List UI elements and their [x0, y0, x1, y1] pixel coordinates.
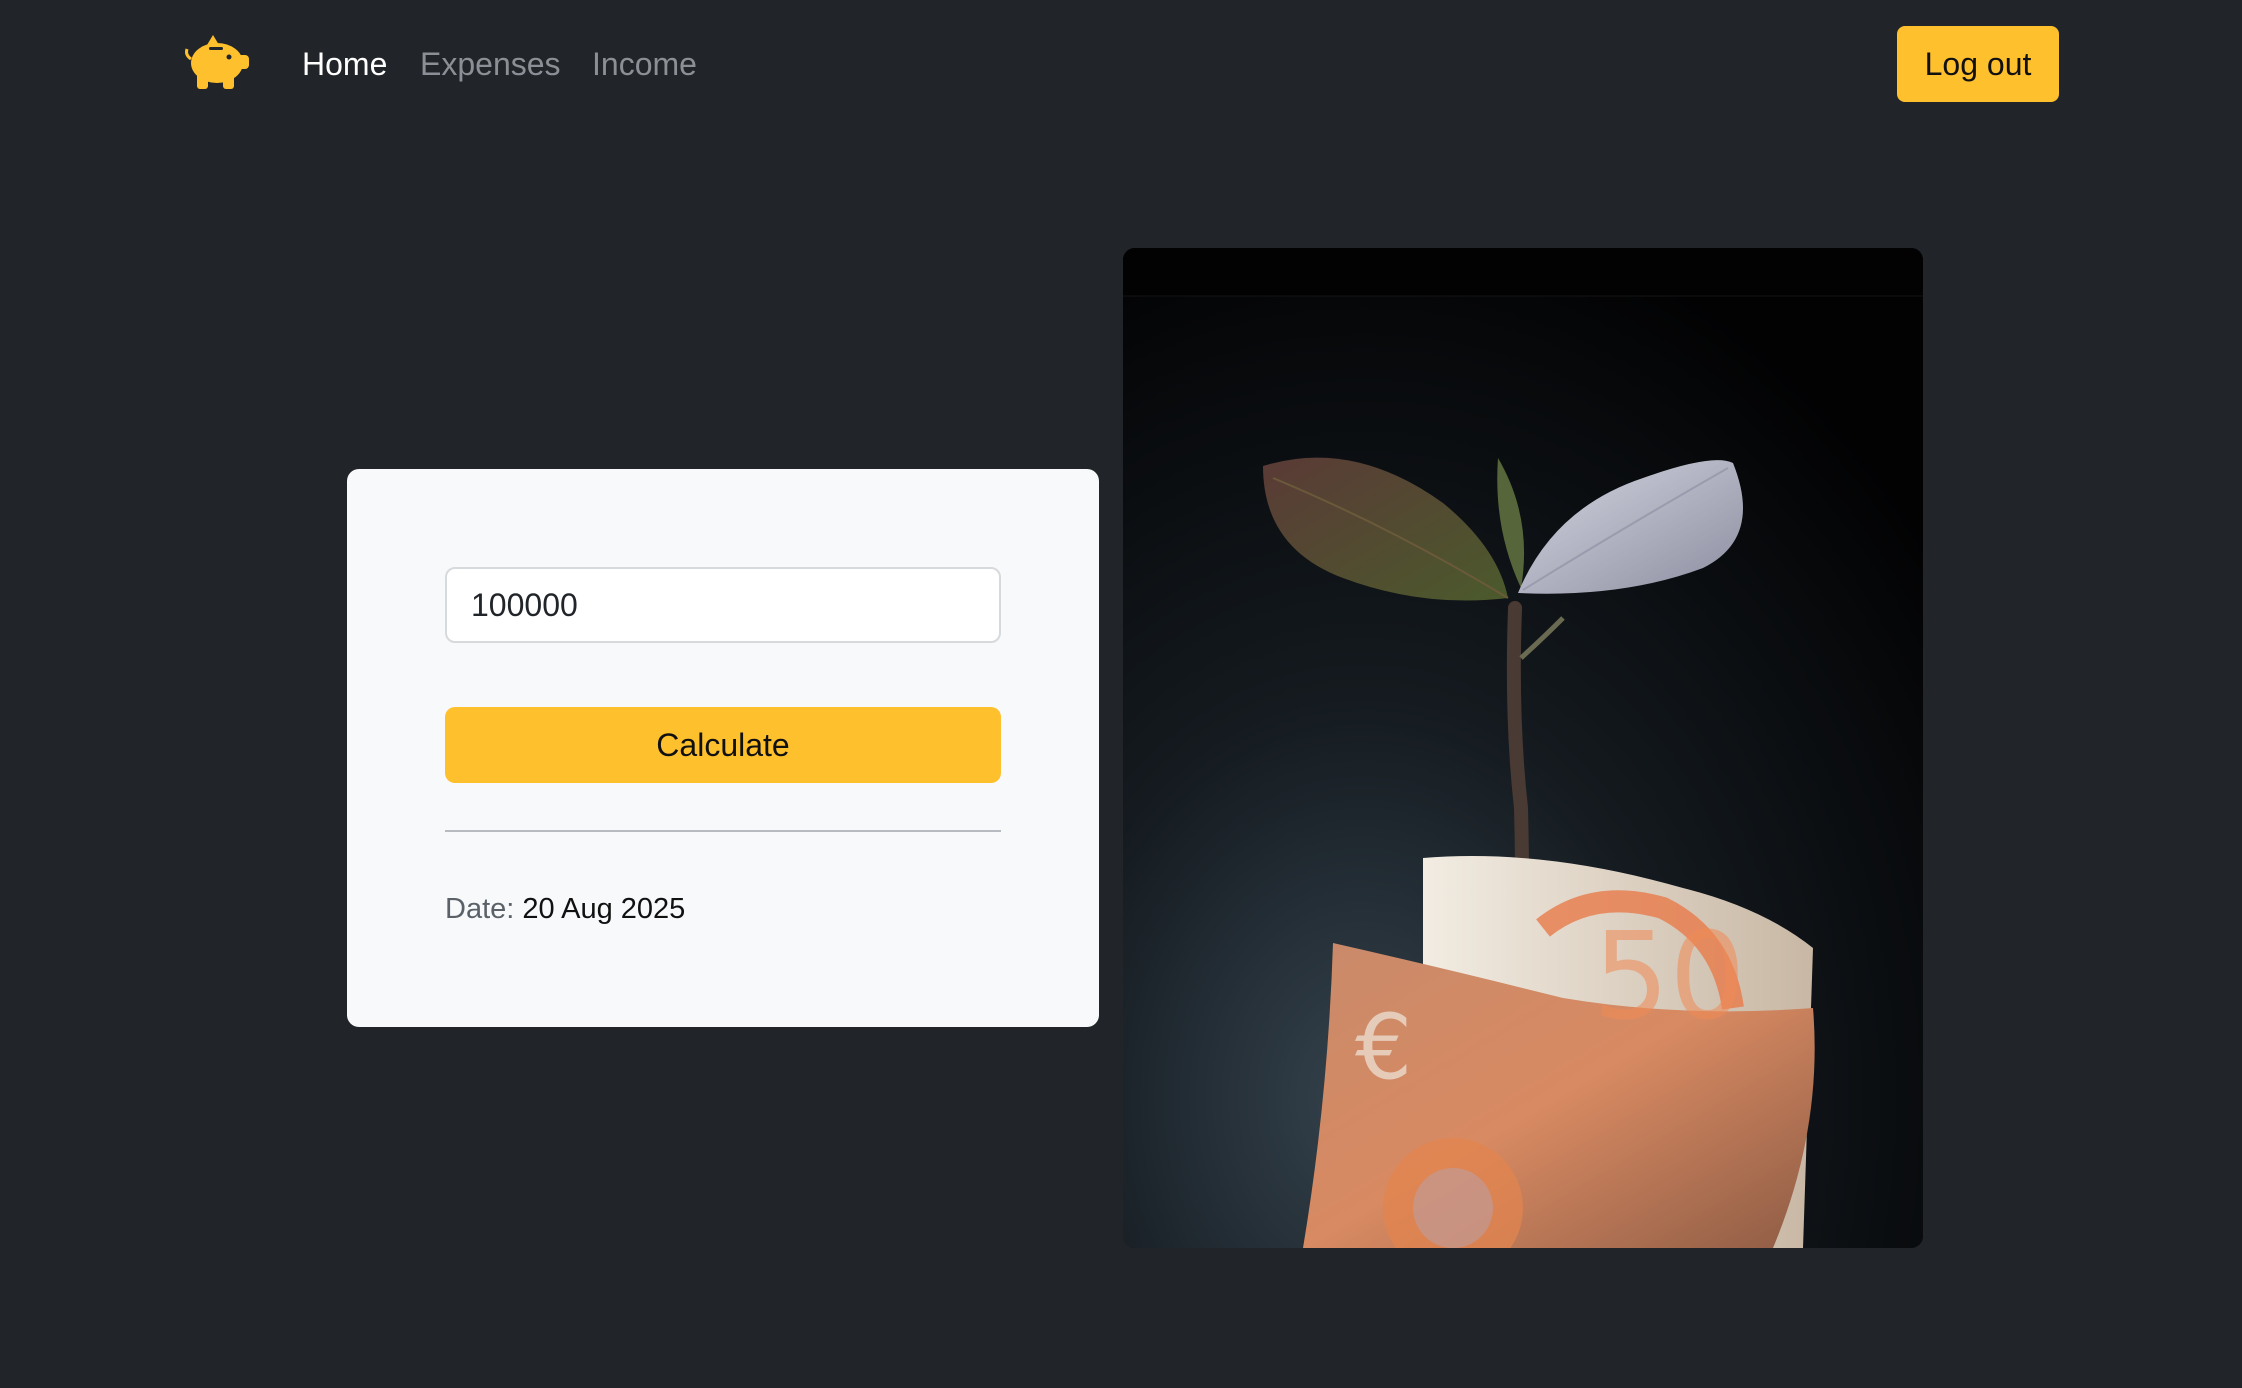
calculator-card: Calculate Date: 20 Aug 2025: [347, 469, 1099, 1027]
amount-input[interactable]: [445, 567, 1001, 643]
nav-link-expenses[interactable]: Expenses: [420, 40, 561, 88]
date-label: Date:: [445, 893, 515, 925]
euro-symbol: €: [1355, 995, 1412, 1100]
date-value: 20 Aug 2025: [522, 893, 686, 925]
date-display: Date: 20 Aug 2025: [445, 889, 685, 929]
plant-sprout-in-banknote-image: € 50: [1123, 248, 1923, 1248]
logout-button[interactable]: Log out: [1897, 26, 2059, 102]
banknote-number: 50: [1593, 908, 1746, 1047]
top-navbar: Home Expenses Income Log out: [0, 0, 2242, 130]
calculate-button[interactable]: Calculate: [445, 707, 1001, 783]
piggy-bank-icon[interactable]: [183, 33, 253, 93]
divider: [445, 830, 1001, 832]
nav-link-home[interactable]: Home: [302, 40, 387, 88]
nav-link-income[interactable]: Income: [592, 40, 697, 88]
